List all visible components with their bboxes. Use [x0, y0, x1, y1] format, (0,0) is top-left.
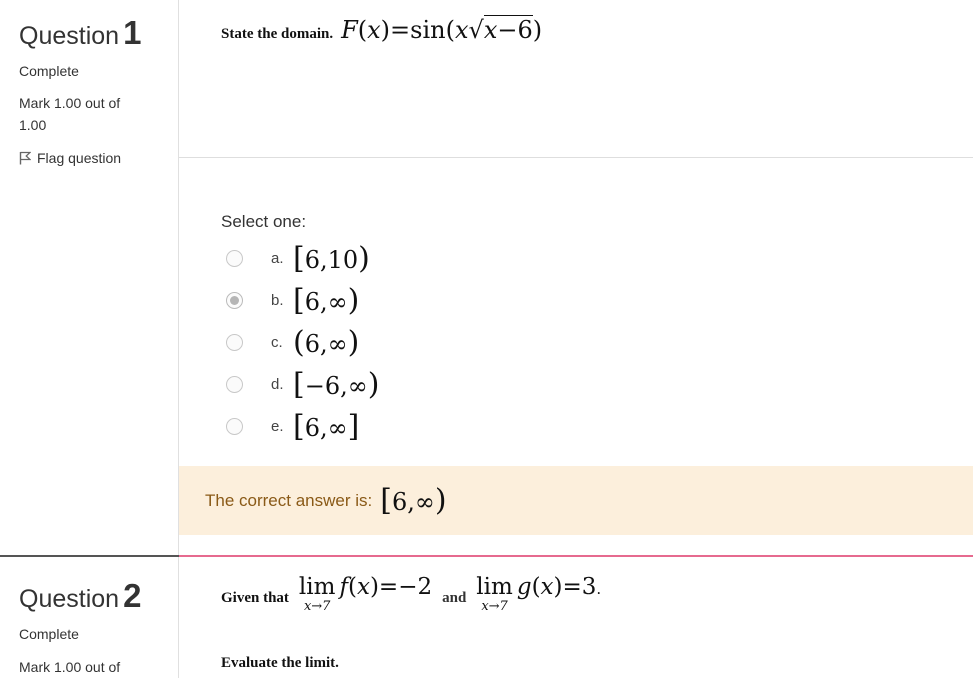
interval-close-bracket: ) [367, 367, 380, 402]
given-that-label: Given that [221, 590, 289, 606]
option-b[interactable]: b. [6,∞) [226, 283, 359, 318]
question-number: 2 [123, 577, 142, 614]
interval-value: 6,∞ [304, 288, 348, 316]
question-label: Question [19, 22, 120, 50]
question-state: Complete [19, 63, 79, 79]
formula-minus: − [497, 16, 518, 44]
lim-subscript: x→7 [303, 599, 331, 614]
option-d-radio[interactable] [226, 376, 243, 393]
option-d-value: [−6,∞) [293, 367, 379, 402]
limit-value: =3 [562, 574, 597, 600]
limit-variable: x [356, 574, 370, 600]
interval-open-bracket: [ [293, 283, 305, 318]
option-letter: e. [271, 418, 284, 435]
and-label: and [442, 590, 467, 606]
option-e[interactable]: e. [6,∞] [226, 409, 359, 444]
interval-open-bracket: ( [293, 325, 305, 360]
option-letter: a. [271, 250, 284, 267]
formula-constant: 6 [517, 16, 533, 44]
interval-open-bracket: [ [380, 483, 392, 518]
formula-equals: = [390, 16, 411, 44]
interval-value: 6,∞ [391, 488, 435, 516]
option-b-value: [6,∞) [293, 283, 359, 318]
function-f: f [339, 574, 348, 600]
question-grade: Mark 1.00 out of [19, 659, 121, 675]
lim-subscript: x→7 [481, 599, 508, 614]
interval-value: 6,∞ [304, 414, 348, 442]
formula-radicand: x [483, 16, 498, 44]
lim-operator: lim [476, 574, 513, 600]
domain-formula: F(x)=sin(x√x−6) [341, 15, 543, 44]
interval-close-bracket: ) [347, 283, 360, 318]
interval-value: 6,10 [304, 246, 359, 274]
flag-question-button[interactable]: Flag question [19, 150, 121, 166]
question-grade: Mark 1.00 out of 1.00 [19, 95, 121, 133]
question-text-divider [179, 157, 973, 158]
option-a-value: [6,10) [293, 241, 370, 276]
feedback-answer: [6,∞) [380, 483, 446, 518]
option-e-value: [6,∞] [293, 409, 359, 444]
question-divider-right [179, 555, 973, 557]
flag-question-label: Flag question [37, 150, 122, 166]
formula-function-name: F [341, 16, 358, 44]
interval-value: 6,∞ [304, 330, 348, 358]
interval-close-bracket: ] [347, 409, 360, 444]
limit-variable: x [540, 574, 554, 600]
option-a[interactable]: a. [6,10) [226, 241, 370, 276]
formula-variable: x [367, 16, 381, 44]
interval-open-bracket: [ [293, 409, 305, 444]
interval-close-bracket: ) [347, 325, 360, 360]
limit-f: lim x→7 f(x)=−2 [298, 574, 433, 614]
option-letter: b. [271, 292, 284, 309]
formula-variable: x [454, 16, 469, 44]
interval-value: −6,∞ [304, 372, 368, 400]
question-label: Question [19, 585, 120, 613]
interval-open-bracket: [ [293, 241, 305, 276]
question-1-number: Question 1 [19, 14, 141, 52]
question-2-info: Question 2 Complete Mark 1.00 out of [0, 557, 179, 678]
option-c-value: (6,∞) [293, 325, 359, 360]
option-c[interactable]: c. (6,∞) [226, 325, 359, 360]
interval-close-bracket: ) [434, 483, 447, 518]
select-one-prompt: Select one: [221, 212, 307, 231]
option-letter: d. [271, 376, 284, 393]
option-c-radio[interactable] [226, 334, 243, 351]
option-letter: c. [271, 334, 283, 351]
question-2-number: Question 2 [19, 577, 141, 615]
function-g: g [516, 574, 532, 600]
formula-sin: sin [410, 16, 446, 44]
correct-answer-feedback: The correct answer is: [6,∞) [179, 466, 973, 535]
flag-icon [19, 151, 31, 165]
limit-value: =−2 [378, 574, 433, 600]
question-number: 1 [123, 14, 142, 51]
question-1-text: State the domain. F(x)=sin(x√x−6) [221, 15, 543, 44]
question-state: Complete [19, 626, 79, 642]
question-1-info: Question 1 Complete Mark 1.00 out of 1.00… [0, 0, 179, 556]
option-a-radio[interactable] [226, 250, 243, 267]
evaluate-limit-text: Evaluate the limit. [221, 655, 339, 671]
option-b-radio[interactable] [226, 292, 243, 309]
feedback-label: The correct answer is: [205, 490, 373, 510]
lim-operator: lim [298, 574, 336, 600]
interval-open-bracket: [ [293, 367, 305, 402]
option-e-radio[interactable] [226, 418, 243, 435]
question-stem-label: State the domain. [221, 26, 334, 42]
limit-g: lim x→7 g(x)=3. [476, 574, 602, 614]
option-d[interactable]: d. [−6,∞) [226, 367, 379, 402]
interval-close-bracket: ) [358, 241, 370, 276]
question-2-text: Given that lim x→7 f(x)=−2 and lim x→7 g… [221, 574, 601, 613]
sentence-period: . [596, 580, 602, 598]
